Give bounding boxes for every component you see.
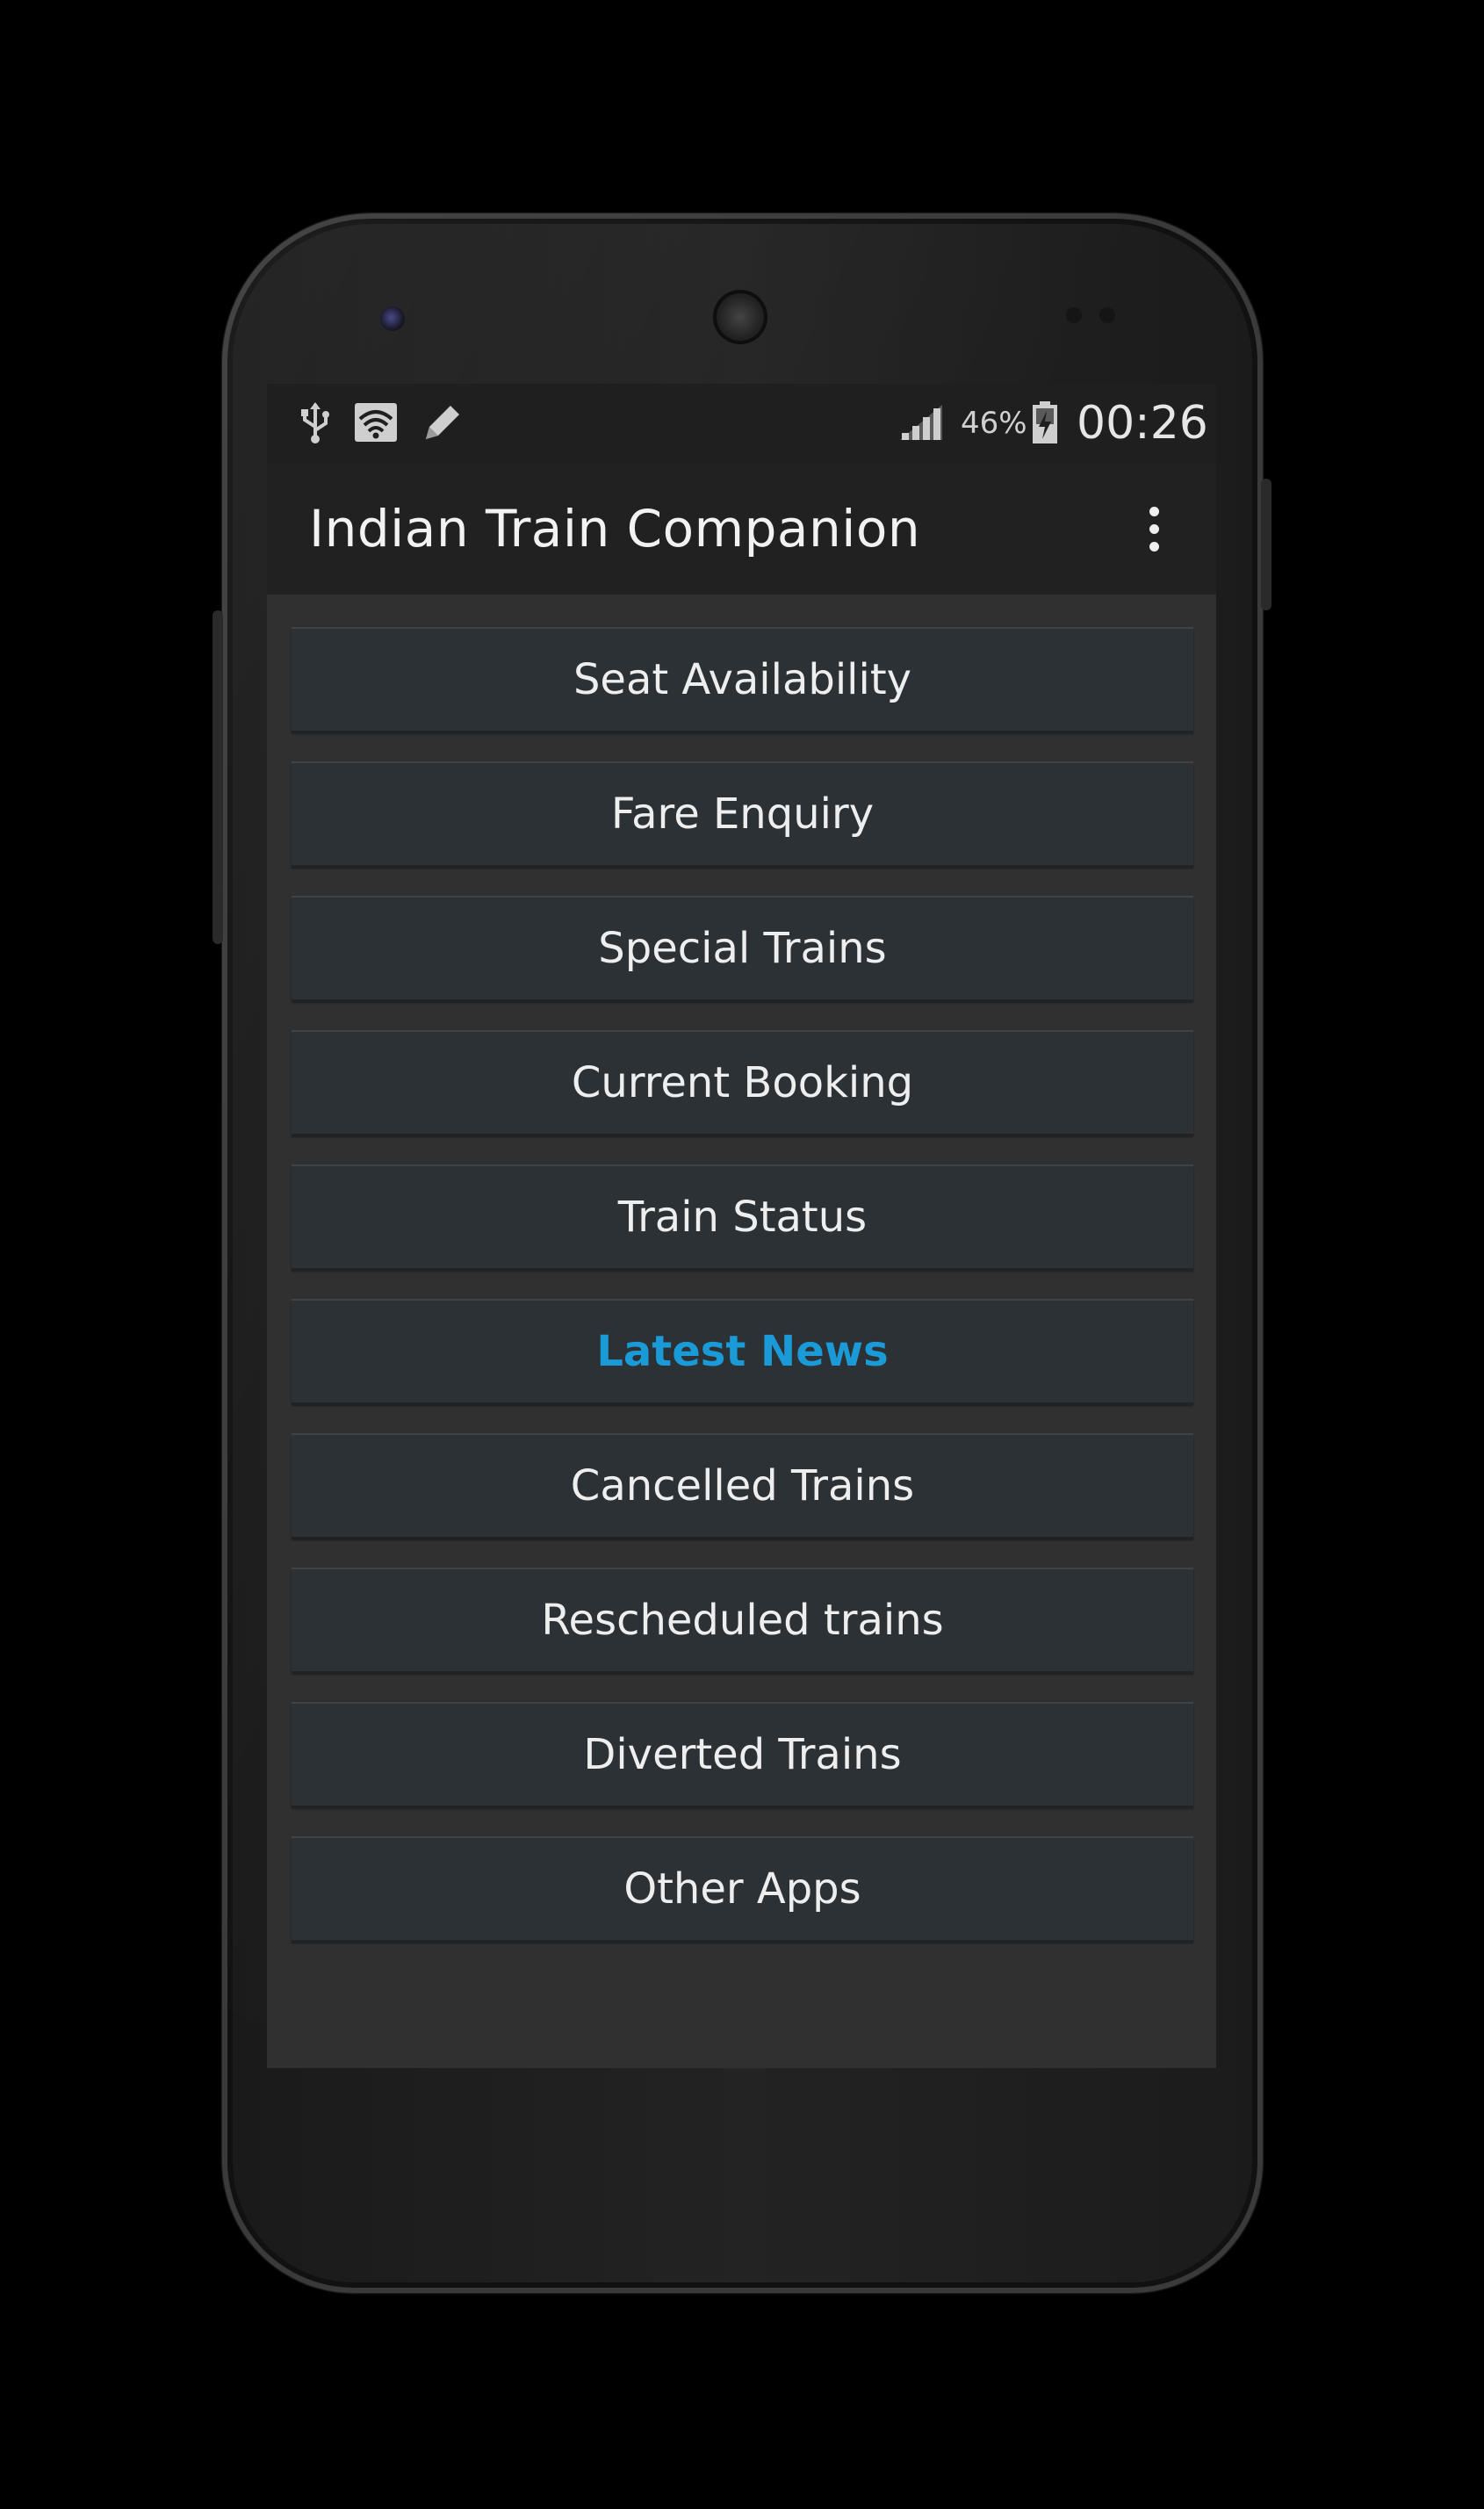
earpiece-speaker [713, 290, 767, 344]
front-camera [380, 306, 405, 331]
rescheduled-trains-button[interactable]: Rescheduled trains [292, 1568, 1193, 1671]
status-time: 00:26 [1077, 397, 1208, 450]
battery-percent: 46% [961, 406, 1027, 441]
battery-charging-icon [1029, 396, 1061, 449]
app-bar: Indian Train Companion [267, 463, 1216, 595]
more-vert-icon[interactable] [1136, 494, 1171, 564]
train-status-button[interactable]: Train Status [292, 1164, 1193, 1268]
cancelled-trains-button[interactable]: Cancelled Trains [292, 1433, 1193, 1537]
power-button [1261, 479, 1271, 610]
fare-enquiry-button[interactable]: Fare Enquiry [292, 761, 1193, 865]
edit-icon [416, 396, 465, 449]
diverted-trains-button[interactable]: Diverted Trains [292, 1702, 1193, 1806]
volume-button [213, 610, 223, 944]
seat-availability-button[interactable]: Seat Availability [292, 627, 1193, 731]
light-sensor [1099, 307, 1115, 323]
signal-icon [895, 396, 947, 449]
app-title: Indian Train Companion [309, 499, 921, 559]
screen: 46% 00:26 Indian Train Companion Seat Av… [267, 384, 1216, 2068]
status-bar: 46% 00:26 [267, 384, 1216, 463]
usb-icon [293, 396, 337, 449]
latest-news-button[interactable]: Latest News [292, 1299, 1193, 1402]
other-apps-button[interactable]: Other Apps [292, 1836, 1193, 1940]
proximity-sensor [1066, 307, 1082, 323]
special-trains-button[interactable]: Special Trains [292, 896, 1193, 999]
current-booking-button[interactable]: Current Booking [292, 1030, 1193, 1134]
wifi-icon [351, 396, 400, 449]
